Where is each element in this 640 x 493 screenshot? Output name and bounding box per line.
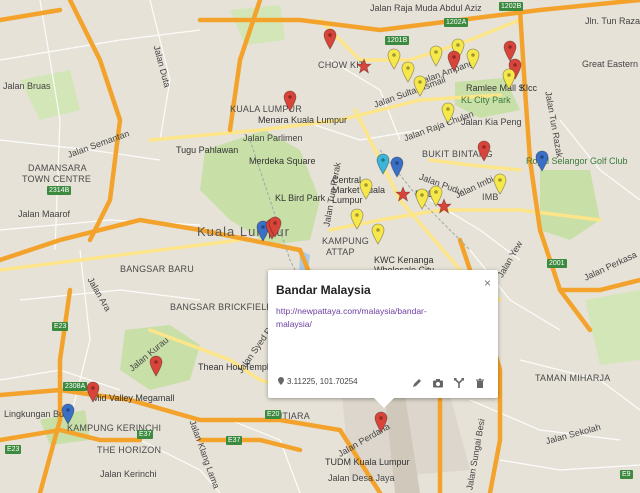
location-pin-icon: [278, 377, 284, 385]
red-star-marker[interactable]: [436, 198, 452, 214]
road-shield: E37: [226, 436, 243, 445]
map-canvas[interactable]: CHOW KIT KUALA LUMPUR BUKIT BINTANG KAMP…: [0, 0, 640, 493]
cyan-map-marker[interactable]: [376, 153, 390, 175]
map-base: [0, 0, 640, 493]
red-map-marker[interactable]: [374, 411, 388, 433]
road-shield: 1202B: [499, 2, 524, 11]
red-star-marker[interactable]: [356, 58, 372, 74]
red-map-marker[interactable]: [283, 90, 297, 112]
road-shield: E23: [52, 322, 69, 331]
road-shield: E20: [265, 410, 282, 419]
yellow-map-marker[interactable]: [359, 178, 373, 200]
yellow-map-marker[interactable]: [415, 188, 429, 210]
road-shield: E37: [137, 430, 154, 439]
directions-icon[interactable]: [453, 376, 465, 388]
road-shield: E23: [5, 445, 22, 454]
coordinates-text: 3.11225, 101.70254: [287, 377, 358, 386]
edit-pencil-icon[interactable]: [411, 376, 423, 388]
red-map-marker[interactable]: [323, 28, 337, 50]
blue-map-marker[interactable]: [390, 156, 404, 178]
blue-map-marker[interactable]: [61, 403, 75, 425]
camera-icon[interactable]: [432, 376, 444, 388]
road-shield: 2001: [547, 259, 567, 268]
road-shield: 2308A: [63, 382, 88, 391]
close-icon[interactable]: ×: [484, 276, 491, 290]
info-window-pointer: [374, 398, 394, 408]
yellow-map-marker[interactable]: [387, 48, 401, 70]
red-map-marker[interactable]: [447, 50, 461, 72]
red-map-marker[interactable]: [86, 381, 100, 403]
delete-trash-icon[interactable]: [474, 376, 486, 388]
yellow-map-marker[interactable]: [466, 48, 480, 70]
info-window-toolbar: [411, 376, 486, 388]
blue-map-marker[interactable]: [535, 150, 549, 172]
yellow-map-marker[interactable]: [502, 68, 516, 90]
yellow-map-marker[interactable]: [350, 208, 364, 230]
yellow-map-marker[interactable]: [429, 45, 443, 67]
red-map-marker[interactable]: [149, 355, 163, 377]
road-shield: 1201B: [385, 36, 410, 45]
yellow-map-marker[interactable]: [413, 75, 427, 97]
road-shield: 1202A: [444, 18, 469, 27]
red-star-marker[interactable]: [395, 186, 411, 202]
red-map-marker[interactable]: [477, 140, 491, 162]
road-shield: E9: [620, 470, 633, 479]
info-window-link[interactable]: http://newpattaya.com/malaysia/bandar-ma…: [276, 305, 446, 331]
info-window-coordinates: 3.11225, 101.70254: [278, 377, 358, 386]
info-window-title: Bandar Malaysia: [276, 283, 371, 297]
info-window: Bandar Malaysia × http://newpattaya.com/…: [268, 270, 498, 408]
yellow-map-marker[interactable]: [493, 173, 507, 195]
road-shield: 2314B: [47, 186, 72, 195]
yellow-map-marker[interactable]: [371, 223, 385, 245]
yellow-map-marker[interactable]: [441, 102, 455, 124]
red-map-marker[interactable]: [268, 216, 282, 238]
